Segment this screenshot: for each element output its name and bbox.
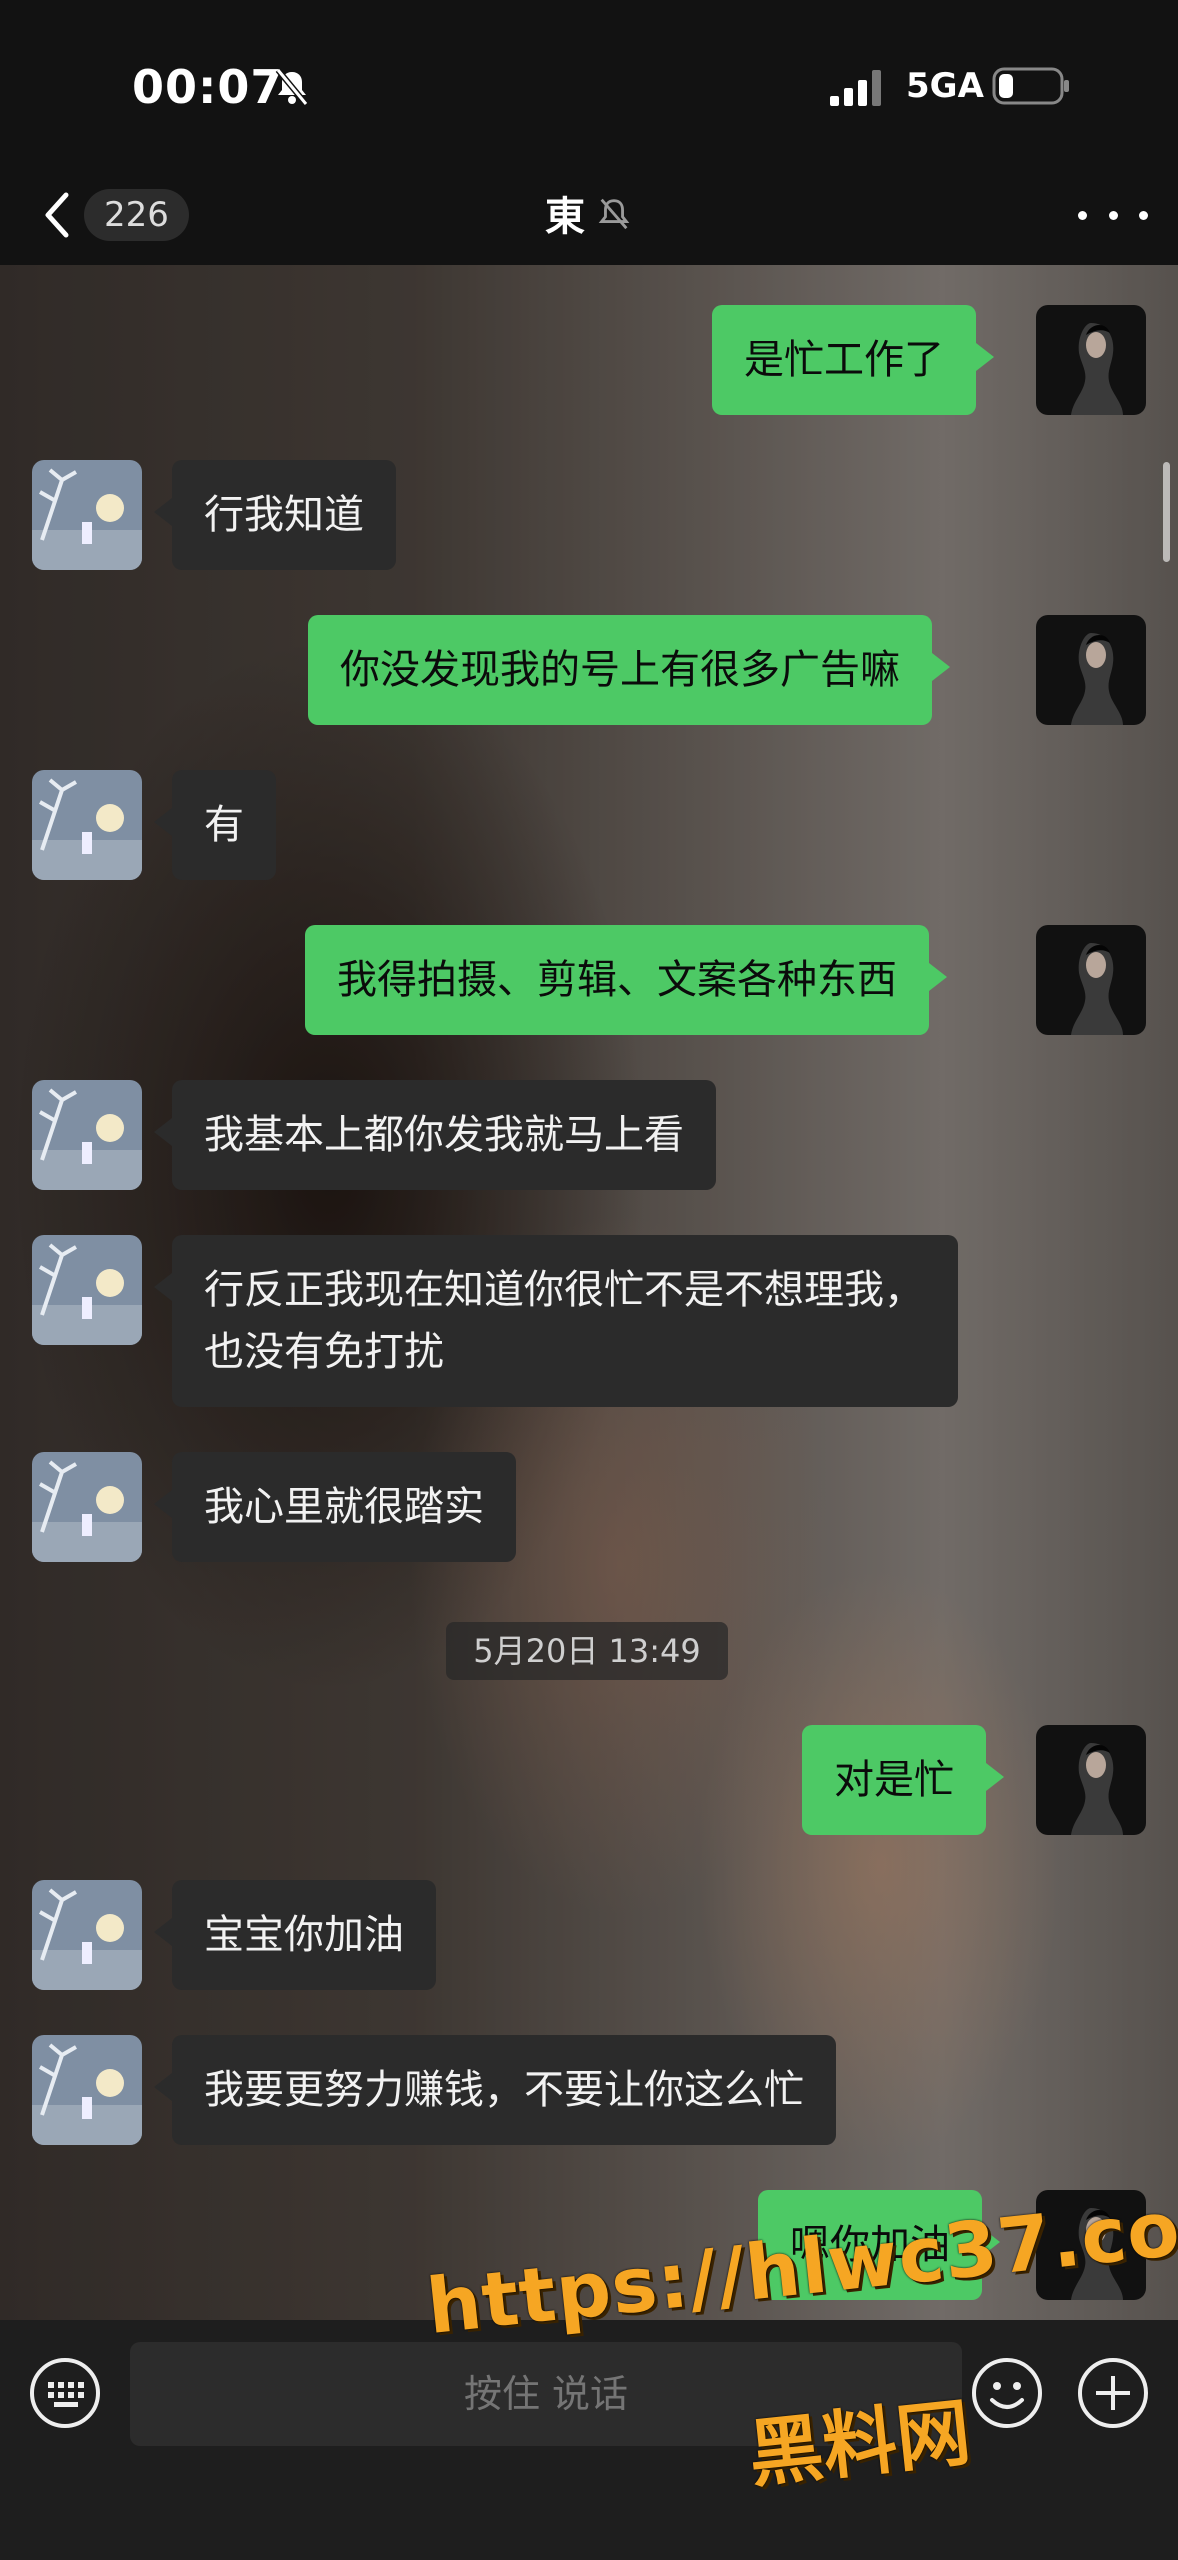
signal-icon — [830, 70, 881, 106]
emoji-icon[interactable] — [970, 2356, 1044, 2430]
message-timestamp: 5月20日 13:49 — [446, 1622, 728, 1680]
status-bar: 00:07 5GA — [0, 0, 1178, 170]
avatar-self[interactable] — [1036, 305, 1146, 415]
message-bubble-incoming[interactable]: 我基本上都你发我就马上看 — [154, 1080, 716, 1190]
mute-icon — [275, 68, 309, 106]
avatar-contact[interactable] — [32, 1880, 142, 1990]
keyboard-icon[interactable] — [28, 2356, 102, 2430]
avatar-contact[interactable] — [32, 1235, 142, 1345]
chat-header: 226 東 — [0, 170, 1178, 265]
avatar-contact[interactable] — [32, 1452, 142, 1562]
bell-muted-icon — [598, 198, 630, 230]
message-bubble-outgoing[interactable]: 我得拍摄、剪辑、文案各种东西 — [305, 925, 947, 1035]
avatar-contact[interactable] — [32, 1080, 142, 1190]
message-bubble-incoming[interactable]: 行我知道 — [154, 460, 396, 570]
network-type: 5GA — [906, 66, 984, 106]
avatar-self[interactable] — [1036, 615, 1146, 725]
message-bubble-incoming[interactable]: 我心里就很踏实 — [154, 1452, 516, 1562]
message-bubble-incoming[interactable]: 我要更努力赚钱，不要让你这么忙 — [154, 2035, 836, 2145]
battery-icon — [992, 67, 1069, 105]
message-bubble-outgoing[interactable]: 你没发现我的号上有很多广告嘛 — [308, 615, 950, 725]
avatar-contact[interactable] — [32, 770, 142, 880]
scrollbar[interactable] — [1163, 462, 1170, 562]
message-bubble-outgoing[interactable]: 是忙工作了 — [712, 305, 994, 415]
avatar-contact[interactable] — [32, 2035, 142, 2145]
avatar-self[interactable] — [1036, 1725, 1146, 1835]
message-bubble-incoming[interactable]: 行反正我现在知道你很忙不是不想理我，也没有免打扰 — [154, 1235, 958, 1407]
plus-icon[interactable] — [1076, 2356, 1150, 2430]
message-bubble-incoming[interactable]: 宝宝你加油 — [154, 1880, 436, 1990]
status-time: 00:07 — [132, 60, 284, 114]
avatar-self[interactable] — [1036, 925, 1146, 1035]
message-bubble-outgoing[interactable]: 对是忙 — [802, 1725, 1004, 1835]
input-bar — [0, 2320, 1178, 2560]
more-icon[interactable] — [1078, 190, 1148, 240]
chat-title: 東 — [545, 194, 585, 240]
message-bubble-incoming[interactable]: 有 — [154, 770, 276, 880]
avatar-contact[interactable] — [32, 460, 142, 570]
chat-title-group: 東 — [0, 184, 1178, 242]
